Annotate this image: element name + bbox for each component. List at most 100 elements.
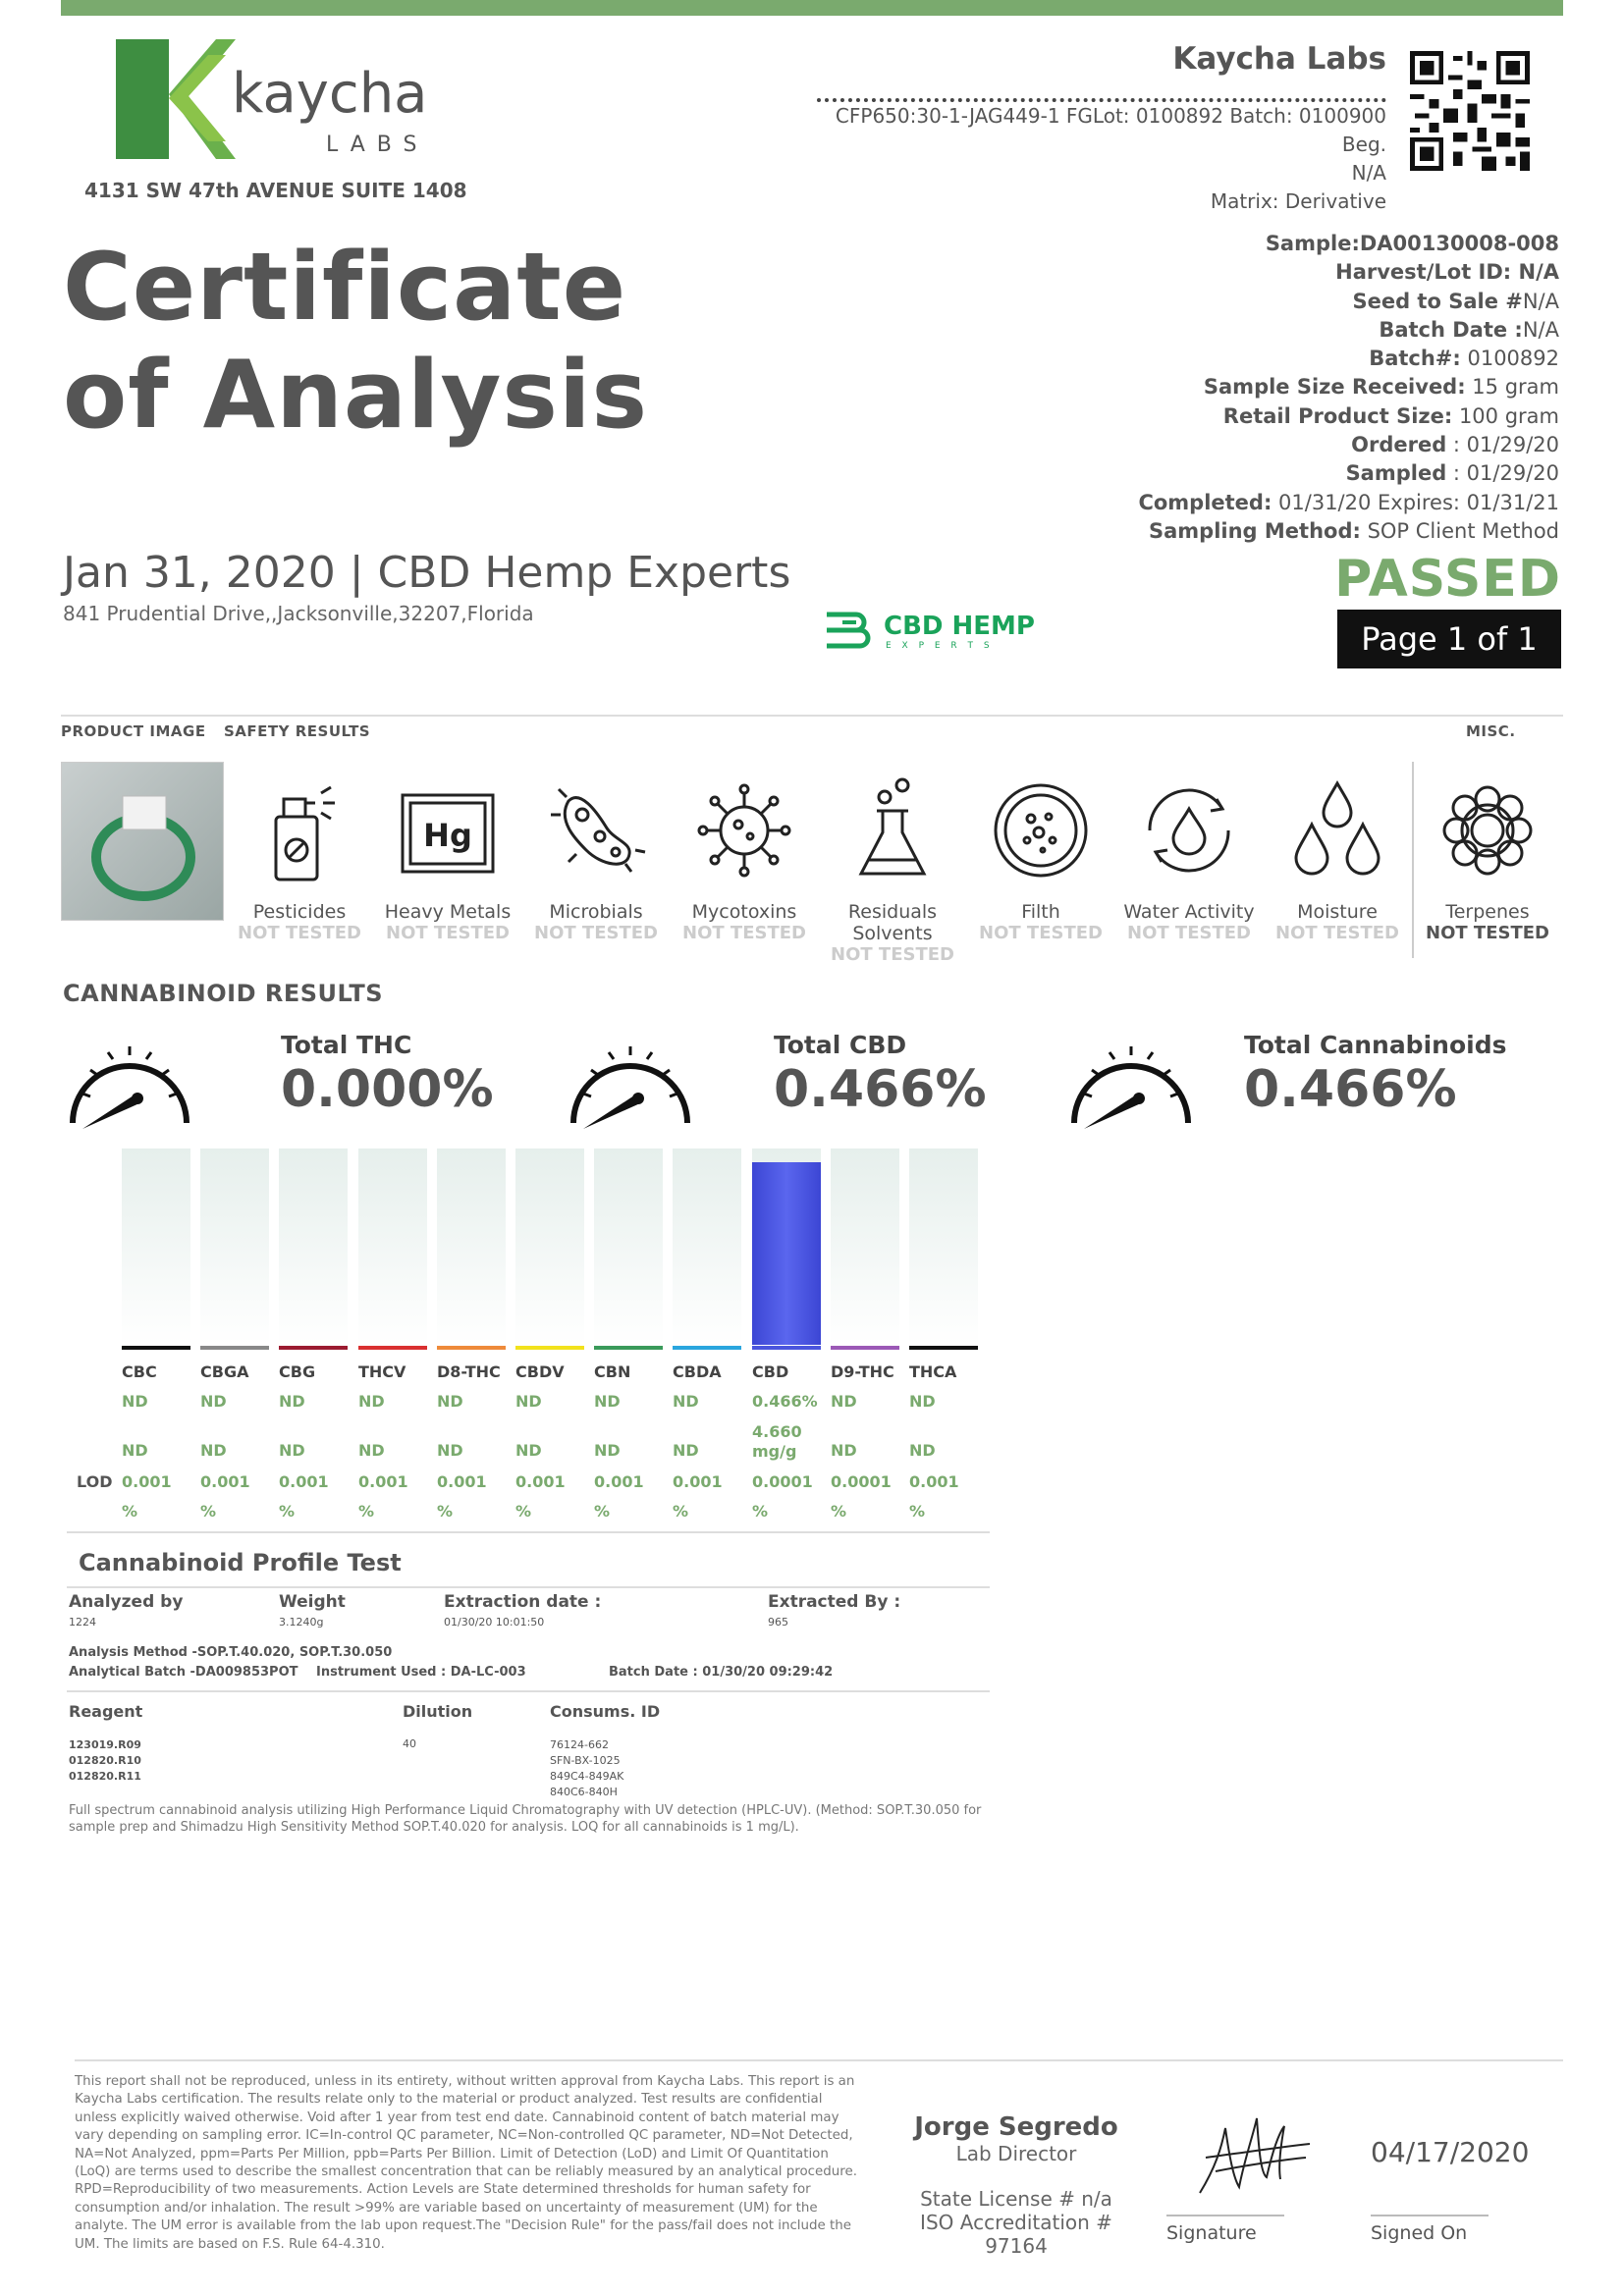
title-line-2: of Analysis bbox=[63, 342, 649, 450]
meta-value: N/A bbox=[1522, 289, 1559, 313]
lod-unit: % bbox=[594, 1502, 611, 1521]
safety-status: NOT TESTED bbox=[682, 923, 806, 943]
safety-status: NOT TESTED bbox=[1426, 923, 1549, 943]
dilution-value: 40 bbox=[403, 1737, 416, 1750]
lod-value: 0.001 bbox=[515, 1472, 566, 1491]
lod-unit: % bbox=[673, 1502, 689, 1521]
category-label: THCV bbox=[358, 1362, 406, 1381]
reagent-item: 123019.R09 bbox=[69, 1738, 141, 1751]
cbd-hemp-experts-logo: CBD HEMP E X P E R T S bbox=[827, 612, 1035, 651]
bar-color-key bbox=[358, 1346, 427, 1350]
lab-address: 4131 SW 47th AVENUE SUITE 1408 bbox=[84, 179, 467, 202]
bar-color-key bbox=[515, 1346, 584, 1350]
meta-row: Sampled : 01/29/20 bbox=[1009, 459, 1559, 488]
signed-on-label: Signed On bbox=[1371, 2222, 1468, 2244]
lod-unit: % bbox=[515, 1502, 532, 1521]
bar-color-key bbox=[437, 1346, 506, 1350]
lod-value: 0.001 bbox=[594, 1472, 644, 1491]
signature-line bbox=[1166, 2215, 1284, 2216]
meta-label: Sampled bbox=[1345, 461, 1447, 486]
extraction-date-value: 01/30/20 10:01:50 bbox=[444, 1616, 545, 1629]
total-cbd-value: 0.466% bbox=[774, 1060, 987, 1119]
mg-value: ND bbox=[122, 1441, 148, 1460]
meta-value: 100 gram bbox=[1452, 403, 1559, 428]
meta-row: Seed to Sale #N/A bbox=[1009, 288, 1559, 316]
mg-value: ND bbox=[515, 1441, 542, 1460]
safety-filth: Filth NOT TESTED bbox=[967, 772, 1114, 944]
iso-accreditation: ISO Accreditation # 97164 bbox=[920, 2211, 1112, 2258]
percent-value: ND bbox=[909, 1392, 936, 1411]
gauge-icon bbox=[70, 1046, 189, 1129]
license-info: State License # n/a ISO Accreditation # … bbox=[893, 2187, 1139, 2258]
total-cannabinoids-label: Total Cannabinoids bbox=[1244, 1031, 1507, 1059]
director-name: Jorge Segredo bbox=[914, 2112, 1118, 2142]
meta-value: 0100892 bbox=[1460, 347, 1559, 371]
sample-metadata: Sample:DA00130008-008 Harvest/Lot ID: N/A… bbox=[1009, 230, 1559, 546]
meta-label: Sample:DA00130008-008 bbox=[1265, 232, 1559, 255]
section-misc: MISC. bbox=[1466, 722, 1516, 740]
hg-element-icon: Hg bbox=[401, 793, 495, 874]
safety-name: Mycotoxins bbox=[691, 901, 797, 923]
percent-value: 0.466% bbox=[752, 1392, 818, 1411]
qr-code-icon bbox=[1410, 51, 1530, 171]
lab-director-block: Jorge Segredo Lab Director State License… bbox=[893, 2112, 1139, 2258]
gauge-icon bbox=[570, 1046, 690, 1129]
safety-status: NOT TESTED bbox=[1275, 923, 1399, 943]
meta-label: Seed to Sale # bbox=[1352, 289, 1523, 313]
total-thc-value: 0.000% bbox=[281, 1060, 494, 1119]
meta-label: Sample Size Received: bbox=[1203, 375, 1466, 400]
percent-value: ND bbox=[673, 1392, 699, 1411]
safety-pesticides: Pesticides NOT TESTED bbox=[226, 772, 373, 944]
cbd-logo-sub: E X P E R T S bbox=[886, 641, 994, 651]
percent-value: ND bbox=[437, 1392, 463, 1411]
method-note: Full spectrum cannabinoid analysis utili… bbox=[69, 1803, 982, 1835]
meta-value: 15 gram bbox=[1465, 375, 1559, 400]
lab-name: Kaycha Labs bbox=[1172, 41, 1386, 77]
safety-name: Terpenes bbox=[1445, 901, 1530, 923]
meta-row: Batch#: 0100892 bbox=[1009, 345, 1559, 373]
bar-value-fill bbox=[752, 1162, 821, 1345]
mg-value: 4.660 mg/g bbox=[752, 1422, 802, 1461]
lod-value: 0.0001 bbox=[752, 1472, 813, 1491]
safety-name: Microbials bbox=[549, 901, 643, 923]
mg-value: ND bbox=[437, 1441, 463, 1460]
safety-name: Pesticides bbox=[252, 901, 347, 923]
date-client: Jan 31, 2020 | CBD Hemp Experts bbox=[63, 548, 791, 598]
director-role: Lab Director bbox=[955, 2142, 1077, 2165]
safety-water-activity: Water Activity NOT TESTED bbox=[1115, 772, 1263, 944]
analyzed-by-value: 1224 bbox=[69, 1616, 96, 1629]
consums-label: Consums. ID bbox=[550, 1702, 661, 1721]
lod-unit: % bbox=[909, 1502, 926, 1521]
meta-label: Batch#: bbox=[1369, 347, 1461, 371]
bar-color-key bbox=[200, 1346, 269, 1350]
extracted-by-label: Extracted By : bbox=[768, 1592, 901, 1612]
divider bbox=[61, 715, 1563, 717]
signature-image bbox=[1199, 2117, 1311, 2194]
category-label: CBDV bbox=[515, 1362, 565, 1381]
analyzed-by-label: Analyzed by bbox=[69, 1592, 184, 1612]
meta-row: Completed: 01/31/20 Expires: 01/31/21 bbox=[1009, 489, 1559, 517]
matrix: Matrix: Derivative bbox=[1210, 189, 1386, 213]
safety-status: NOT TESTED bbox=[979, 923, 1103, 943]
meta-value: SOP Client Method bbox=[1360, 518, 1559, 543]
meta-row: Batch Date :N/A bbox=[1009, 316, 1559, 345]
status-badge: PASSED bbox=[1334, 550, 1561, 609]
meta-label: Ordered bbox=[1351, 433, 1447, 457]
flask-icon bbox=[858, 777, 927, 876]
bar-d8-thc bbox=[437, 1148, 506, 1345]
logo-sub-text: LABS bbox=[326, 133, 428, 157]
lod-unit: % bbox=[200, 1502, 217, 1521]
lod-value: 0.001 bbox=[279, 1472, 329, 1491]
page-title: Certificate of Analysis bbox=[63, 234, 648, 450]
percent-value: ND bbox=[594, 1392, 621, 1411]
category-label: THCA bbox=[909, 1362, 957, 1381]
analytical-batch: Analytical Batch -DA009853POT bbox=[69, 1665, 298, 1680]
consums-item: 840C6-840H bbox=[550, 1786, 618, 1798]
analysis-method: Analysis Method -SOP.T.40.020, SOP.T.30.… bbox=[69, 1645, 393, 1660]
kaycha-labs-logo: kaycha LABS bbox=[116, 39, 428, 159]
misc-terpenes: Terpenes NOT TESTED bbox=[1414, 772, 1561, 944]
category-label: CBGA bbox=[200, 1362, 249, 1381]
meta-value: : 01/29/20 bbox=[1446, 433, 1559, 457]
bar-cbg bbox=[279, 1148, 348, 1345]
bar-thcv bbox=[358, 1148, 427, 1345]
